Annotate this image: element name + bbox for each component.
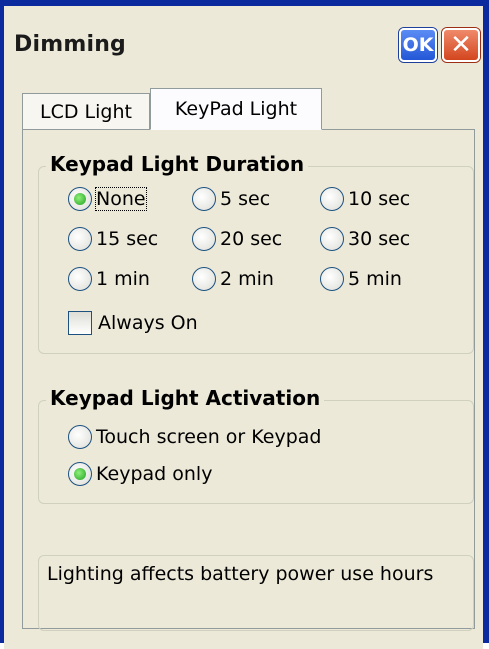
radio-5-sec[interactable]: 5 sec [192,187,270,211]
checkbox-label: Always On [98,312,198,334]
radio-indicator [320,187,344,211]
ok-button[interactable]: OK [399,28,437,62]
tab-keypad-light[interactable]: KeyPad Light [150,88,322,130]
radio-indicator [68,462,92,486]
radio-30-sec[interactable]: 30 sec [320,227,410,251]
radio-label: 2 min [220,268,274,290]
radio-15-sec[interactable]: 15 sec [68,227,158,251]
radio-5-min[interactable]: 5 min [320,267,402,291]
radio-indicator [192,187,216,211]
close-icon: ✕ [450,30,472,60]
radio-indicator [192,227,216,251]
close-button[interactable]: ✕ [442,28,480,62]
bottom-strip [4,640,483,649]
radio-touch-screen-or-keypad[interactable]: Touch screen or Keypad [68,425,321,449]
radio-indicator [192,267,216,291]
window-title: Dimming [14,32,127,57]
radio-indicator [68,187,92,211]
duration-group-title: Keypad Light Duration [46,152,309,176]
info-text: Lighting affects battery power use hours [47,563,434,585]
radio-label: 5 sec [220,188,271,210]
radio-label: 30 sec [348,228,411,250]
radio-label: 1 min [96,268,150,290]
radio-none[interactable]: None [68,187,147,211]
radio-10-sec[interactable]: 10 sec [320,187,410,211]
radio-label: Touch screen or Keypad [96,426,322,448]
tab-lcd-light[interactable]: LCD Light [22,93,150,129]
radio-indicator [68,267,92,291]
radio-indicator [68,227,92,251]
radio-label: Keypad only [96,463,213,485]
checkbox-box [68,311,92,335]
radio-keypad-only[interactable]: Keypad only [68,462,212,486]
title-bar: Dimming OK ✕ [4,6,483,80]
radio-label: None [95,187,147,211]
radio-indicator [320,267,344,291]
radio-indicator [320,227,344,251]
radio-indicator [68,425,92,449]
radio-label: 20 sec [220,228,283,250]
always-on-checkbox[interactable]: Always On [68,311,198,335]
dimming-window: Dimming OK ✕ LCD Light KeyPad Light Keyp… [0,0,489,649]
info-box: Lighting affects battery power use hours [38,555,474,631]
activation-group-title: Keypad Light Activation [46,386,325,410]
activation-group [38,400,474,504]
radio-label: 10 sec [348,188,411,210]
radio-2-min[interactable]: 2 min [192,267,274,291]
radio-label: 15 sec [96,228,159,250]
radio-20-sec[interactable]: 20 sec [192,227,282,251]
radio-label: 5 min [348,268,402,290]
radio-1-min[interactable]: 1 min [68,267,150,291]
